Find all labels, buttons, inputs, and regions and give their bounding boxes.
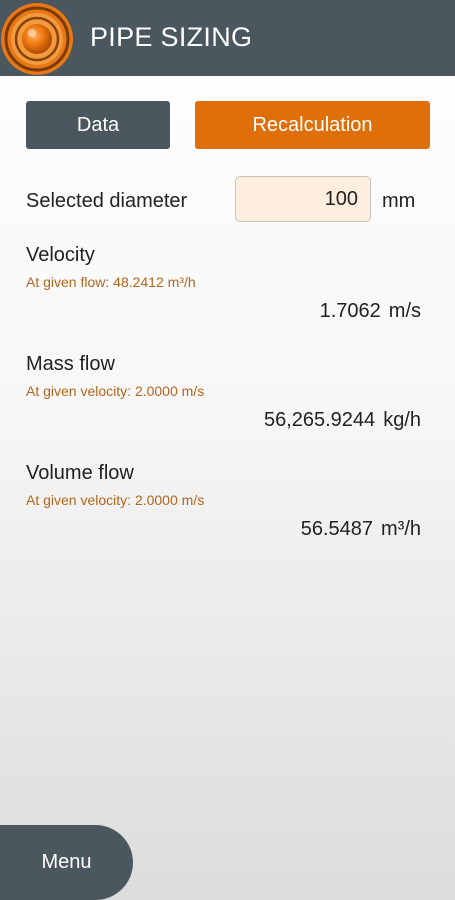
tab-data[interactable]: Data [26,101,170,149]
mass-flow-subtitle: At given velocity: 2.0000 m/s [26,383,205,399]
velocity-number: 1.7062 [319,300,381,322]
diameter-unit: mm [382,190,416,212]
volume-flow-unit: m³/h [381,518,421,540]
mass-flow-title: Mass flow [26,353,115,375]
velocity-value: 1.7062 m/s [320,300,421,323]
diameter-input[interactable] [235,176,371,222]
mass-flow-value: 56,265.9244 kg/h [264,409,421,432]
orange-sphere-logo-icon [1,3,73,75]
diameter-label: Selected diameter [26,190,188,212]
velocity-unit: m/s [388,300,421,322]
velocity-title: Velocity [26,244,95,266]
tab-recalculation[interactable]: Recalculation [195,101,430,149]
volume-flow-title: Volume flow [26,462,134,484]
volume-flow-number: 56.5487 [300,518,373,540]
menu-button[interactable]: Menu [0,825,133,900]
volume-flow-subtitle: At given velocity: 2.0000 m/s [26,492,205,508]
volume-flow-value: 56.5487 m³/h [301,518,421,541]
mass-flow-number: 56,265.9244 [263,409,376,431]
page-title: PIPE SIZING [90,22,253,52]
mass-flow-unit: kg/h [383,409,421,431]
app-header: PIPE SIZING [0,0,455,76]
velocity-subtitle: At given flow: 48.2412 m³/h [26,274,196,290]
